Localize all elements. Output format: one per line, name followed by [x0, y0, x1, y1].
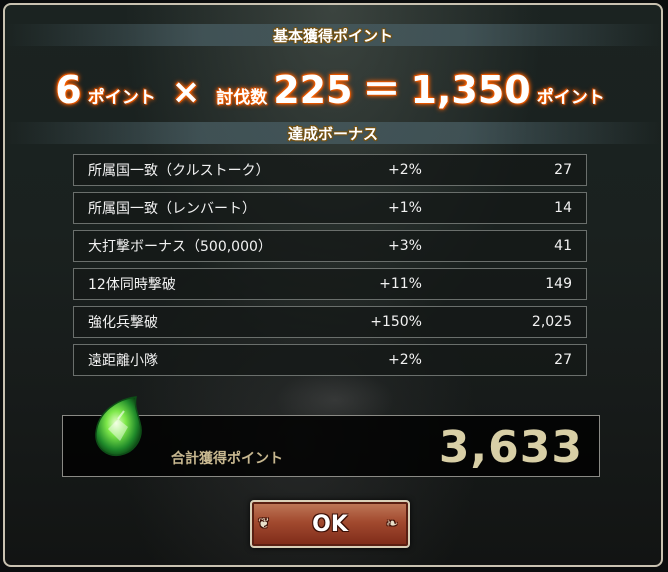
bonus-percent: +11% — [379, 276, 422, 292]
bonus-points: 2,025 — [531, 314, 572, 330]
bonus-percent: +3% — [388, 238, 422, 254]
bonus-points: 149 — [545, 276, 572, 292]
bonus-list: 所属国一致（クルストーク） +2% 27 所属国一致（レンバート） +1% 14… — [73, 154, 587, 382]
bonus-title: 達成ボーナス — [287, 125, 378, 143]
bonus-points: 14 — [554, 200, 572, 216]
ornament-left-icon: ❦ — [258, 516, 270, 532]
bonus-row: 所属国一致（レンバート） +1% 14 — [73, 192, 587, 224]
ornament-right-icon: ❧ — [386, 516, 398, 532]
bonus-row: 所属国一致（クルストーク） +2% 27 — [73, 154, 587, 186]
bonus-name: 12体同時撃破 — [88, 277, 176, 293]
total-points-value: 3,633 — [438, 422, 583, 473]
kill-count: 225 — [273, 68, 353, 112]
result-unit: ポイント — [536, 88, 605, 108]
basic-points-formula: 6 ポイント × 討伐数 225 ＝ 1,350 ポイント — [5, 59, 661, 114]
green-gem-icon — [88, 393, 146, 461]
bonus-row: 遠距離小隊 +2% 27 — [73, 344, 587, 376]
bonus-points: 27 — [554, 352, 572, 368]
bonus-row: 12体同時撃破 +11% 149 — [73, 268, 587, 300]
bonus-name: 所属国一致（レンバート） — [88, 201, 256, 217]
ok-button[interactable]: ❦ OK ❧ — [250, 500, 410, 548]
equals-sign: ＝ — [362, 68, 401, 112]
basic-points-title: 基本獲得ポイント — [272, 27, 393, 45]
bonus-name: 大打撃ボーナス（500,000） — [88, 239, 272, 255]
bonus-row: 大打撃ボーナス（500,000） +3% 41 — [73, 230, 587, 262]
bonus-points: 41 — [554, 238, 572, 254]
bonus-name: 所属国一致（クルストーク） — [88, 163, 270, 179]
basic-points-result: 1,350 — [410, 68, 531, 112]
bonus-percent: +2% — [388, 352, 422, 368]
bonus-row: 強化兵撃破 +150% 2,025 — [73, 306, 587, 338]
times-sign: × — [171, 72, 201, 112]
bonus-percent: +150% — [370, 314, 422, 330]
kills-label: 討伐数 — [216, 88, 268, 108]
bonus-percent: +1% — [388, 200, 422, 216]
bonus-percent: +2% — [388, 162, 422, 178]
points-unit: ポイント — [87, 88, 156, 108]
bonus-name: 遠距離小隊 — [88, 353, 158, 369]
ok-button-label: OK — [312, 511, 348, 537]
points-per-kill: 6 — [55, 68, 82, 112]
total-points-label: 合計獲得ポイント — [171, 451, 283, 467]
bonus-points: 27 — [554, 162, 572, 178]
bonus-name: 強化兵撃破 — [88, 315, 158, 331]
